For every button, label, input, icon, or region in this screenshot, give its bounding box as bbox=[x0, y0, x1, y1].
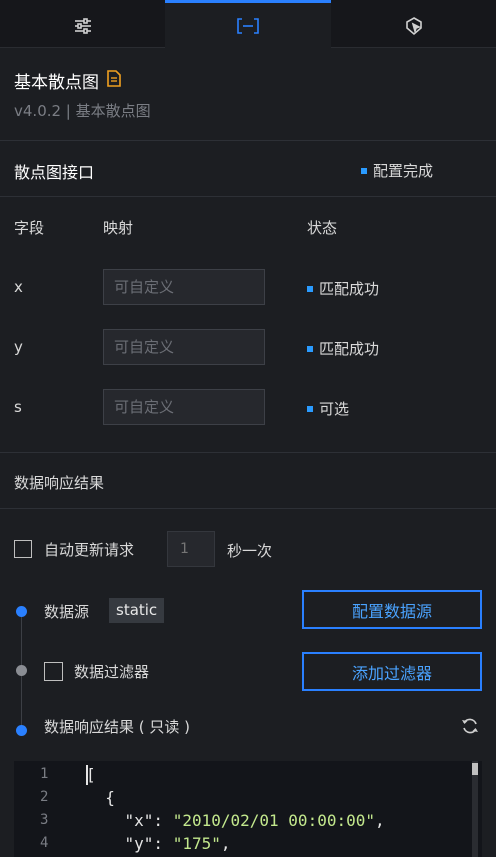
interval-unit: 秒一次 bbox=[227, 542, 273, 560]
tab-data[interactable] bbox=[165, 0, 331, 48]
config-datasource-button[interactable]: 配置数据源 bbox=[302, 590, 482, 629]
document-icon[interactable] bbox=[107, 69, 121, 92]
editor-scrollbar-thumb[interactable] bbox=[472, 763, 478, 775]
tab-interaction[interactable] bbox=[331, 0, 496, 48]
line-number: 4 bbox=[40, 835, 49, 851]
field-status-text: 匹配成功 bbox=[319, 340, 380, 358]
auto-update-label: 自动更新请求 bbox=[44, 540, 135, 559]
interface-header: 散点图接口 配置完成 bbox=[0, 141, 496, 197]
column-header-mapping: 映射 bbox=[103, 219, 134, 237]
column-header-status: 状态 bbox=[307, 219, 338, 237]
json-key: "y": bbox=[86, 834, 173, 853]
data-bracket-icon bbox=[237, 17, 259, 34]
code-line: "x": "2010/02/01 00:00:00", bbox=[86, 811, 385, 830]
datasource-label: 数据源 bbox=[44, 603, 90, 621]
status-dot-icon bbox=[361, 167, 367, 174]
json-result-editor[interactable]: 1 2 3 4 [ { "x": "2010/02/01 00:00:00", … bbox=[14, 761, 482, 857]
interface-status: 配置完成 bbox=[361, 160, 433, 181]
line-number: 3 bbox=[40, 812, 49, 828]
timeline-node-datasource bbox=[16, 606, 27, 617]
json-string: "175" bbox=[172, 834, 221, 853]
code-line: { bbox=[86, 788, 115, 807]
response-header: 数据响应结果 bbox=[0, 453, 496, 509]
line-number: 1 bbox=[40, 766, 49, 782]
auto-update-row: 自动更新请求 bbox=[14, 531, 134, 567]
component-title: 基本散点图 bbox=[14, 68, 121, 93]
component-header: 基本散点图 v4.0.2 | 基本散点图 bbox=[0, 48, 496, 141]
panel-tabs bbox=[0, 0, 496, 48]
field-name-y: y bbox=[14, 338, 23, 356]
add-filter-button[interactable]: 添加过滤器 bbox=[302, 652, 482, 691]
text-cursor bbox=[86, 765, 88, 785]
response-title: 数据响应结果 bbox=[14, 474, 105, 492]
field-mapping-table: 字段 映射 状态 x 匹配成功 y 匹配成功 s 可选 bbox=[0, 197, 496, 453]
field-status-text: 可选 bbox=[319, 400, 350, 418]
auto-update-checkbox[interactable] bbox=[14, 540, 32, 558]
code-line: "y": "175", bbox=[86, 834, 231, 853]
column-header-field: 字段 bbox=[14, 219, 45, 237]
status-dot-icon bbox=[307, 345, 313, 352]
filter-checkbox[interactable] bbox=[44, 662, 63, 681]
tab-style[interactable] bbox=[0, 0, 165, 48]
field-name-x: x bbox=[14, 278, 23, 296]
json-key: "x": bbox=[86, 811, 173, 830]
timeline-node-result bbox=[16, 725, 27, 736]
status-dot-icon bbox=[307, 285, 313, 292]
json-punct: , bbox=[220, 834, 231, 853]
datasource-type-badge: static bbox=[109, 598, 165, 623]
line-number: 2 bbox=[40, 789, 49, 805]
mapping-input-x[interactable] bbox=[103, 269, 265, 305]
field-status-text: 匹配成功 bbox=[319, 280, 380, 298]
timeline-node-filter bbox=[16, 665, 27, 676]
filter-label: 数据过滤器 bbox=[74, 663, 150, 681]
field-name-s: s bbox=[14, 398, 22, 416]
field-status-y: 匹配成功 bbox=[307, 338, 379, 359]
status-dot-icon bbox=[307, 405, 313, 412]
field-status-x: 匹配成功 bbox=[307, 278, 379, 299]
interval-input[interactable] bbox=[167, 531, 215, 567]
readonly-result-label: 数据响应结果 ( 只读 ) bbox=[44, 718, 191, 736]
cursor-pointer-icon bbox=[405, 16, 422, 35]
editor-scrollbar-track[interactable] bbox=[472, 761, 478, 857]
component-title-text: 基本散点图 bbox=[14, 73, 99, 93]
json-punct: , bbox=[375, 811, 385, 830]
refresh-icon[interactable] bbox=[460, 716, 480, 740]
component-version: v4.0.2 | 基本散点图 bbox=[14, 102, 151, 120]
mapping-input-s[interactable] bbox=[103, 389, 265, 425]
field-status-s: 可选 bbox=[307, 398, 349, 419]
mapping-input-y[interactable] bbox=[103, 329, 265, 365]
sliders-icon bbox=[74, 17, 91, 34]
interface-status-text: 配置完成 bbox=[373, 162, 434, 180]
interface-title: 散点图接口 bbox=[14, 163, 95, 182]
editor-gutter: 1 2 3 4 bbox=[14, 761, 74, 857]
json-string: "2010/02/01 00:00:00" bbox=[172, 811, 375, 830]
